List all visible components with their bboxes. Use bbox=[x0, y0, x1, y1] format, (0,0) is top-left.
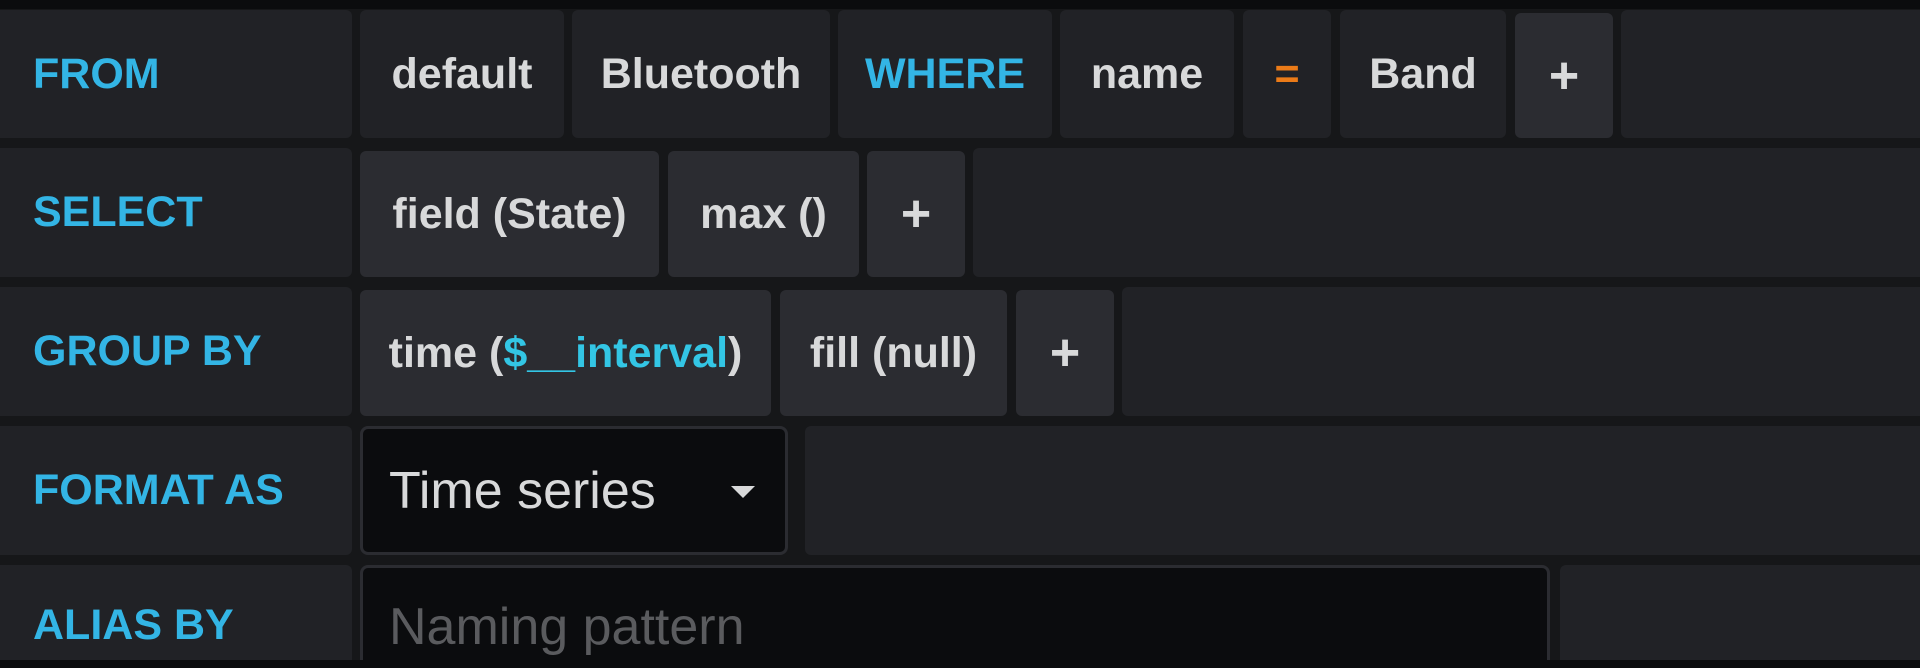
format-as-select[interactable]: Time series bbox=[360, 426, 788, 555]
group-by-row-filler bbox=[1122, 287, 1920, 416]
add-condition-button[interactable]: + bbox=[1515, 13, 1613, 138]
from-label: FROM bbox=[0, 10, 352, 138]
group-by-label: GROUP BY bbox=[0, 287, 352, 416]
alias-by-label: ALIAS BY bbox=[0, 565, 352, 660]
top-edge bbox=[0, 0, 1920, 9]
bottom-edge bbox=[0, 660, 1920, 668]
where-keyword: WHERE bbox=[838, 10, 1052, 138]
format-as-row-filler bbox=[805, 426, 1920, 555]
interval-variable: $__interval bbox=[503, 328, 729, 377]
format-as-value: Time series bbox=[389, 461, 656, 520]
retention-policy-segment[interactable]: default bbox=[360, 10, 564, 138]
aggregation-segment[interactable]: max () bbox=[668, 151, 859, 277]
alias-by-row-filler bbox=[1560, 565, 1920, 660]
add-group-by-button[interactable]: + bbox=[1016, 290, 1114, 416]
time-prefix: time ( bbox=[388, 328, 504, 377]
time-suffix: ) bbox=[728, 328, 743, 377]
add-select-button[interactable]: + bbox=[867, 151, 965, 277]
tag-key-segment[interactable]: name bbox=[1060, 10, 1234, 138]
from-row-filler bbox=[1621, 10, 1920, 138]
plus-icon: + bbox=[900, 185, 932, 243]
caret-down-icon bbox=[731, 485, 755, 498]
alias-by-input[interactable]: Naming pattern bbox=[360, 565, 1550, 665]
operator-segment[interactable]: = bbox=[1243, 10, 1331, 138]
field-segment[interactable]: field (State) bbox=[360, 151, 659, 277]
alias-by-placeholder: Naming pattern bbox=[389, 598, 745, 656]
select-row-filler bbox=[973, 148, 1920, 277]
format-as-label: FORMAT AS bbox=[0, 426, 352, 555]
group-by-time-segment[interactable]: time ($__interval) bbox=[360, 290, 771, 416]
plus-icon: + bbox=[1049, 324, 1081, 382]
measurement-segment[interactable]: Bluetooth bbox=[572, 10, 830, 138]
select-label: SELECT bbox=[0, 148, 352, 277]
plus-icon: + bbox=[1548, 46, 1580, 105]
tag-value-segment[interactable]: Band bbox=[1340, 10, 1506, 138]
fill-segment[interactable]: fill (null) bbox=[780, 290, 1007, 416]
